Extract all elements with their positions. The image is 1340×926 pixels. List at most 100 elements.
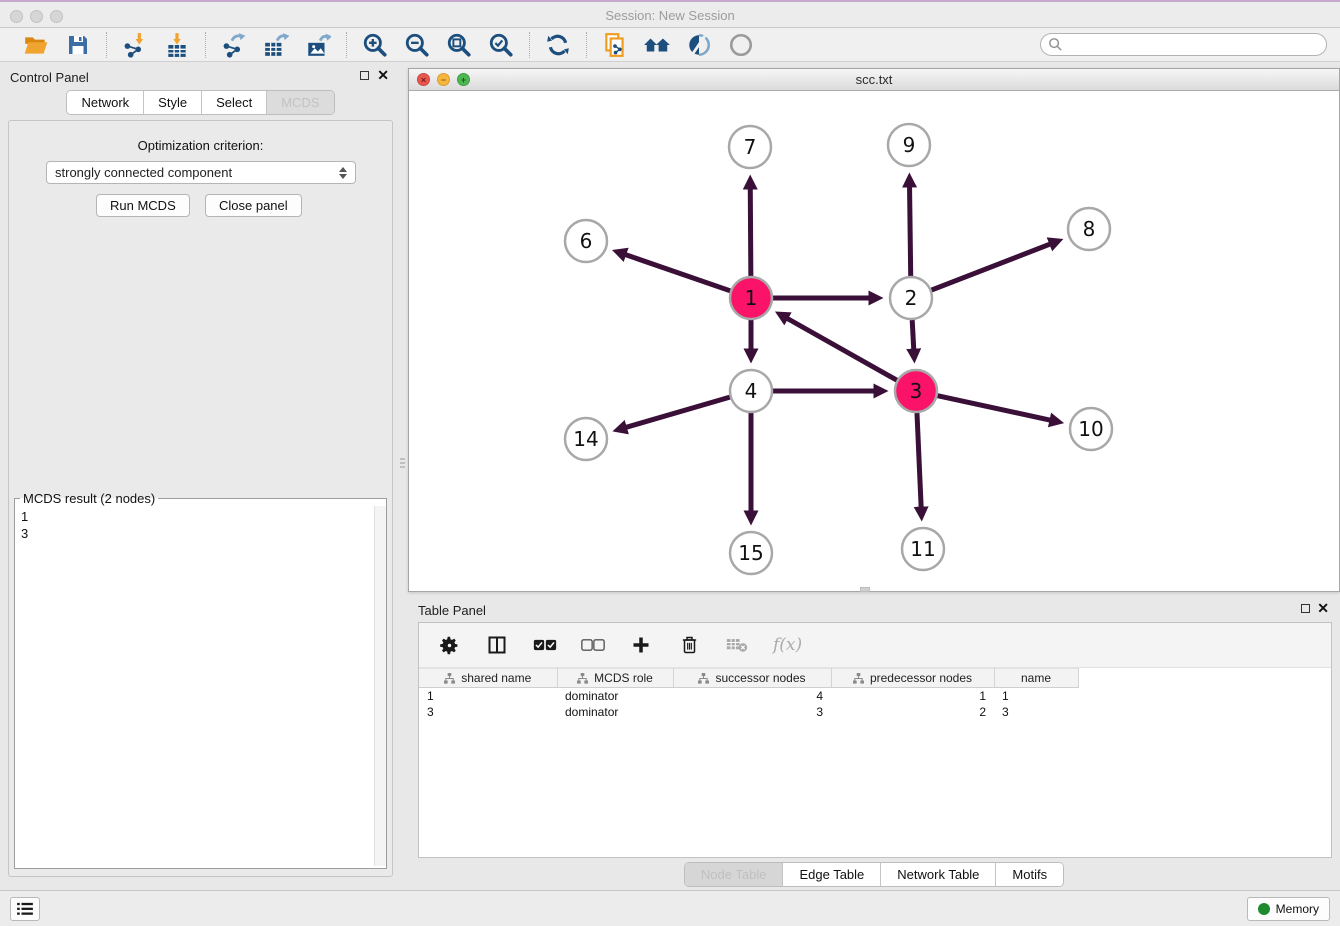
graph-node-label: 14 [573,427,598,451]
close-table-panel-icon[interactable]: ✕ [1317,600,1329,617]
graph-edge-3-1[interactable] [787,318,897,380]
import-table-icon[interactable] [163,31,191,59]
graph-node-2[interactable]: 2 [890,277,932,319]
float-table-panel-icon[interactable] [1301,604,1310,613]
graph-edge-1-7[interactable] [750,188,751,276]
control-panel-tabs: NetworkStyleSelectMCDS [66,90,334,115]
control-panel-title: Control Panel [10,70,89,85]
settings-gear-icon[interactable] [437,633,461,657]
select-stepper-icon [339,167,347,179]
graph-node-3[interactable]: 3 [895,370,937,412]
graph-edge-2-8[interactable] [932,244,1051,290]
tab-style[interactable]: Style [144,91,202,114]
table-tabs: Node TableEdge TableNetwork TableMotifs [684,862,1064,887]
close-panel-icon[interactable]: ✕ [377,67,389,84]
tab-network[interactable]: Network [67,91,144,114]
table-cell[interactable]: 3 [419,704,557,720]
table-toolbar: f(x) [419,623,1331,668]
graph-edge-2-3[interactable] [912,320,914,350]
delete-table-disabled-icon [725,633,749,657]
table-cell[interactable]: 3 [673,704,831,720]
graph-node-10[interactable]: 10 [1070,408,1112,450]
control-panel-header: Control Panel ✕ [0,62,401,90]
graph-node-label: 7 [744,135,757,159]
zoom-in-icon[interactable] [361,31,389,59]
graph-edge-2-9[interactable] [910,186,911,276]
network-window-title: scc.txt [409,72,1339,87]
table-panel: Table Panel ✕ [408,595,1340,890]
close-panel-button[interactable]: Close panel [205,194,302,217]
zoom-fit-icon[interactable] [445,31,473,59]
graph-node-14[interactable]: 14 [565,418,607,460]
graph-node-8[interactable]: 8 [1068,208,1110,250]
table-row[interactable]: 1dominator411 [419,688,1078,704]
graph-node-6[interactable]: 6 [565,220,607,262]
graph-edge-3-10[interactable] [937,396,1050,421]
column-header-predecessor-nodes[interactable]: predecessor nodes [831,669,994,688]
tab-motifs[interactable]: Motifs [996,863,1063,886]
graph-node-1[interactable]: 1 [730,277,772,319]
export-image-icon[interactable] [304,31,332,59]
column-header-shared-name[interactable]: shared name [419,669,557,688]
column-layout-icon[interactable] [485,633,509,657]
table-cell[interactable]: 1 [994,688,1078,704]
column-header-name[interactable]: name [994,669,1078,688]
graph-node-11[interactable]: 11 [902,528,944,570]
deselect-all-checkboxes-icon[interactable] [581,633,605,657]
add-row-icon[interactable] [629,633,653,657]
column-header-MCDS-role[interactable]: MCDS role [557,669,673,688]
open-file-icon[interactable] [22,31,50,59]
graphics-details-icon[interactable] [685,31,713,59]
task-history-button[interactable] [10,897,40,921]
export-table-icon[interactable] [262,31,290,59]
tab-node-table[interactable]: Node Table [685,863,784,886]
optimization-criterion-label: Optimization criterion: [9,138,392,153]
tab-network-table[interactable]: Network Table [881,863,996,886]
graph-edge-1-6[interactable] [625,254,730,290]
function-builder-disabled-icon: f(x) [773,635,802,655]
graph-edge-3-11[interactable] [917,413,921,508]
vertical-splitter-handle[interactable] [399,452,405,474]
table-cell[interactable]: 4 [673,688,831,704]
mcds-result-scrollbar[interactable] [374,506,386,866]
graph-node-4[interactable]: 4 [730,370,772,412]
save-session-icon[interactable] [64,31,92,59]
graph-node-15[interactable]: 15 [730,532,772,574]
import-network-icon[interactable] [121,31,149,59]
graph-node-label: 2 [905,286,918,310]
refresh-icon[interactable] [544,31,572,59]
mcds-result-text[interactable]: 1 3 [15,506,374,866]
table-cell[interactable]: 2 [831,704,994,720]
table-cell[interactable]: 1 [831,688,994,704]
graph-node-label: 6 [580,229,593,253]
column-header-successor-nodes[interactable]: successor nodes [673,669,831,688]
network-canvas[interactable]: 7 9 6 8 1 2 4 3 14 10 15 11 [409,91,1339,591]
new-network-from-selection-icon[interactable] [601,31,629,59]
horizontal-splitter-handle[interactable] [860,587,870,592]
tab-edge-table[interactable]: Edge Table [783,863,881,886]
float-panel-icon[interactable] [360,71,369,80]
search-input[interactable] [1063,35,1326,54]
network-window-titlebar[interactable]: × − + scc.txt [409,69,1339,91]
tab-mcds[interactable]: MCDS [267,91,333,114]
select-all-checkboxes-icon[interactable] [533,633,557,657]
memory-button[interactable]: Memory [1247,897,1330,921]
table-cell[interactable]: dominator [557,704,673,720]
export-network-icon[interactable] [220,31,248,59]
first-neighbors-icon[interactable] [643,31,671,59]
criterion-select[interactable]: strongly connected component [46,161,356,184]
table-row[interactable]: 3dominator323 [419,704,1078,720]
graph-node-label: 8 [1083,217,1096,241]
graph-edge-4-14[interactable] [625,397,730,427]
table-cell[interactable]: 1 [419,688,557,704]
delete-row-icon[interactable] [677,633,701,657]
table-cell[interactable]: 3 [994,704,1078,720]
tab-select[interactable]: Select [202,91,267,114]
graph-node-9[interactable]: 9 [888,124,930,166]
level-of-detail-icon[interactable] [727,31,755,59]
graph-node-7[interactable]: 7 [729,126,771,168]
zoom-out-icon[interactable] [403,31,431,59]
table-cell[interactable]: dominator [557,688,673,704]
run-mcds-button[interactable]: Run MCDS [96,194,190,217]
zoom-selected-icon[interactable] [487,31,515,59]
